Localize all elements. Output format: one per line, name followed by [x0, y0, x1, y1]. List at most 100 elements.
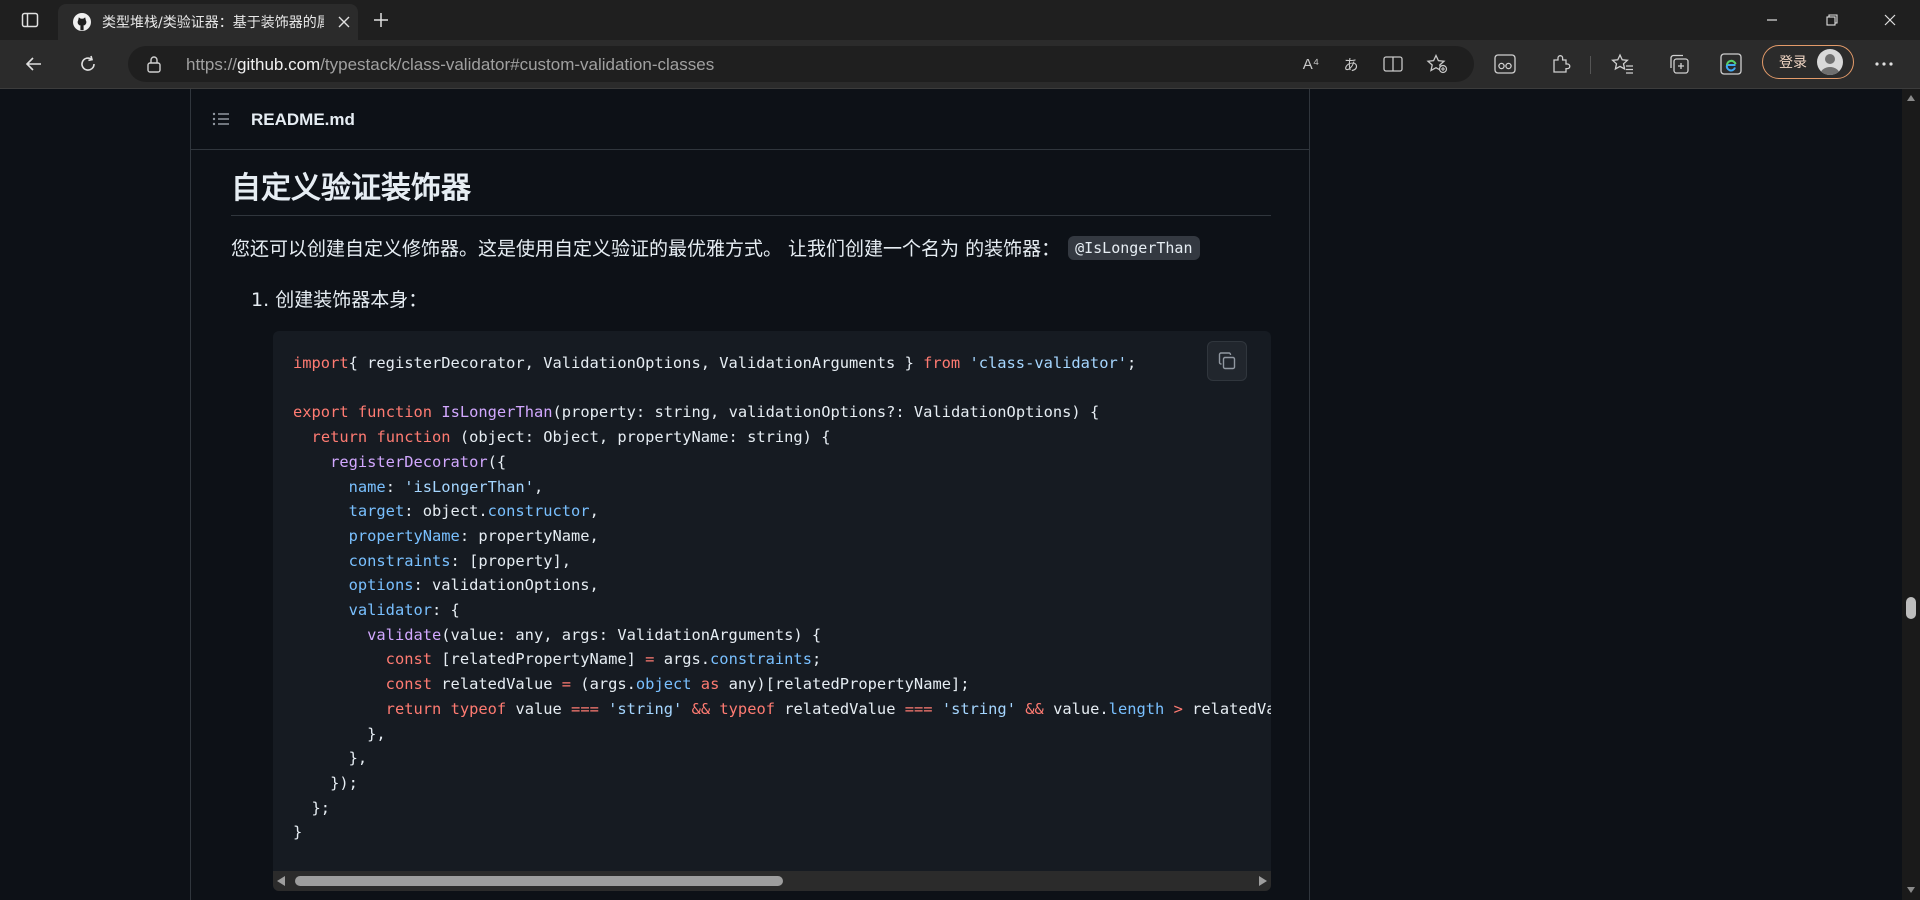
- code-line: name: 'isLongerThan',: [293, 475, 1271, 500]
- code-token: : {: [432, 601, 460, 620]
- scroll-thumb[interactable]: [1906, 597, 1916, 619]
- code-token: length: [1108, 699, 1165, 718]
- code-token: args.: [654, 650, 711, 669]
- code-token: function: [357, 403, 433, 422]
- back-button[interactable]: [16, 48, 52, 80]
- tab-title: 类型堆栈/类验证器：基于装饰器的属性验证: [102, 15, 324, 31]
- code-token: import: [293, 354, 349, 372]
- code-token: relatedValue: [432, 675, 562, 694]
- scroll-up-arrow[interactable]: [1907, 95, 1915, 101]
- split-screen-icon[interactable]: [1380, 52, 1406, 76]
- settings-more-button[interactable]: [1868, 50, 1900, 78]
- code-horizontal-scrollbar[interactable]: [273, 871, 1271, 891]
- code-line: },: [293, 722, 1271, 747]
- scroll-right-arrow[interactable]: [1259, 876, 1267, 886]
- code-token: : [property],: [450, 551, 572, 570]
- add-favorite-icon[interactable]: [1424, 52, 1450, 76]
- code-token: [relatedPropertyName]: [432, 650, 646, 669]
- code-token: validator: [348, 601, 433, 620]
- new-tab-button[interactable]: [366, 6, 396, 34]
- lock-icon[interactable]: [144, 54, 164, 74]
- login-label: 登录: [1779, 55, 1807, 71]
- code-token: 'string': [608, 699, 683, 718]
- code-token: value: [506, 699, 572, 718]
- page-vertical-scrollbar[interactable]: [1902, 89, 1920, 900]
- minimize-button[interactable]: [1742, 0, 1802, 40]
- active-tab[interactable]: 类型堆栈/类验证器：基于装饰器的属性验证: [58, 4, 358, 40]
- list-text: 创建装饰器本身：: [275, 289, 428, 311]
- code-token: ===: [571, 699, 599, 718]
- code-token: validate: [367, 625, 442, 644]
- scroll-left-arrow[interactable]: [277, 876, 285, 886]
- login-button[interactable]: 登录: [1762, 45, 1854, 79]
- arrow-left-icon: [25, 57, 41, 71]
- code-block: import{ registerDecorator, ValidationOpt…: [273, 331, 1271, 891]
- restore-button[interactable]: [1802, 0, 1862, 40]
- tab-actions-button[interactable]: [10, 6, 50, 34]
- favorites-icon[interactable]: [1610, 52, 1636, 76]
- paragraph-text: 您还可以创建自定义修饰器。这是使用自定义验证的最优雅方式。 让我们创建一个名为 …: [231, 238, 1061, 260]
- code-line: return function (object: Object, propert…: [293, 425, 1271, 450]
- code-token: },: [293, 724, 386, 743]
- collections-icon[interactable]: [1666, 52, 1692, 76]
- tab-close-button[interactable]: [332, 10, 356, 34]
- code-token: options: [348, 576, 414, 595]
- code-token: value.: [1043, 699, 1109, 718]
- code-token: propertyName: [348, 526, 460, 545]
- code-token: constructor: [487, 502, 590, 521]
- code-token: return: [311, 428, 368, 447]
- close-window-button[interactable]: [1860, 0, 1920, 40]
- code-token: ;: [811, 650, 822, 669]
- code-token: return: [385, 699, 442, 718]
- browser-toolbar: https://github.com/typestack/class-valid…: [0, 40, 1920, 89]
- scroll-down-arrow[interactable]: [1907, 887, 1915, 893]
- code-token: object: [635, 675, 692, 694]
- code-token: const: [385, 675, 433, 694]
- code-token: ===: [904, 699, 933, 718]
- code-line: validate(value: any, args: ValidationArg…: [293, 623, 1271, 648]
- scroll-thumb[interactable]: [295, 876, 783, 886]
- refresh-icon: [81, 55, 95, 71]
- code-line: propertyName: propertyName,: [293, 524, 1271, 549]
- toolbar-separator: [1590, 56, 1591, 74]
- sidebar-layout-icon: [21, 12, 39, 28]
- code-token: :: [385, 477, 405, 496]
- code-line: target: object.constructor,: [293, 499, 1271, 524]
- outline-list-icon[interactable]: [211, 109, 231, 129]
- github-icon: [72, 12, 92, 32]
- code-token: ({: [487, 452, 507, 471]
- read-aloud-icon[interactable]: A⁴: [1298, 52, 1324, 76]
- translate-icon[interactable]: あ: [1338, 52, 1364, 76]
- readme-file-name[interactable]: README.md: [251, 110, 355, 130]
- code-line: const relatedValue = (args.object as any…: [293, 672, 1271, 697]
- url-scheme: https://: [186, 55, 238, 74]
- edge-browser-icon[interactable]: [1718, 52, 1744, 76]
- more-horizontal-icon: [1875, 62, 1893, 66]
- url-text[interactable]: https://github.com/typestack/class-valid…: [186, 55, 714, 75]
- refresh-button[interactable]: [70, 48, 106, 80]
- inline-code-decorator: @IsLongerThan: [1068, 235, 1200, 260]
- code-line: }: [293, 820, 1271, 845]
- tab-strip: 类型堆栈/类验证器：基于装饰器的属性验证: [0, 0, 1920, 40]
- code-token: export: [293, 403, 349, 422]
- code-token: ,: [533, 477, 544, 496]
- code-line: const [relatedPropertyName] = args.const…: [293, 647, 1271, 672]
- code-token: typeof: [450, 699, 507, 718]
- copy-button[interactable]: [1207, 341, 1247, 381]
- address-bar[interactable]: https://github.com/typestack/class-valid…: [128, 46, 1474, 82]
- extension-glasses-icon[interactable]: [1492, 52, 1518, 76]
- user-icon: [1820, 54, 1840, 75]
- extensions-puzzle-icon[interactable]: [1548, 52, 1574, 76]
- readme-header: README.md: [191, 89, 1309, 150]
